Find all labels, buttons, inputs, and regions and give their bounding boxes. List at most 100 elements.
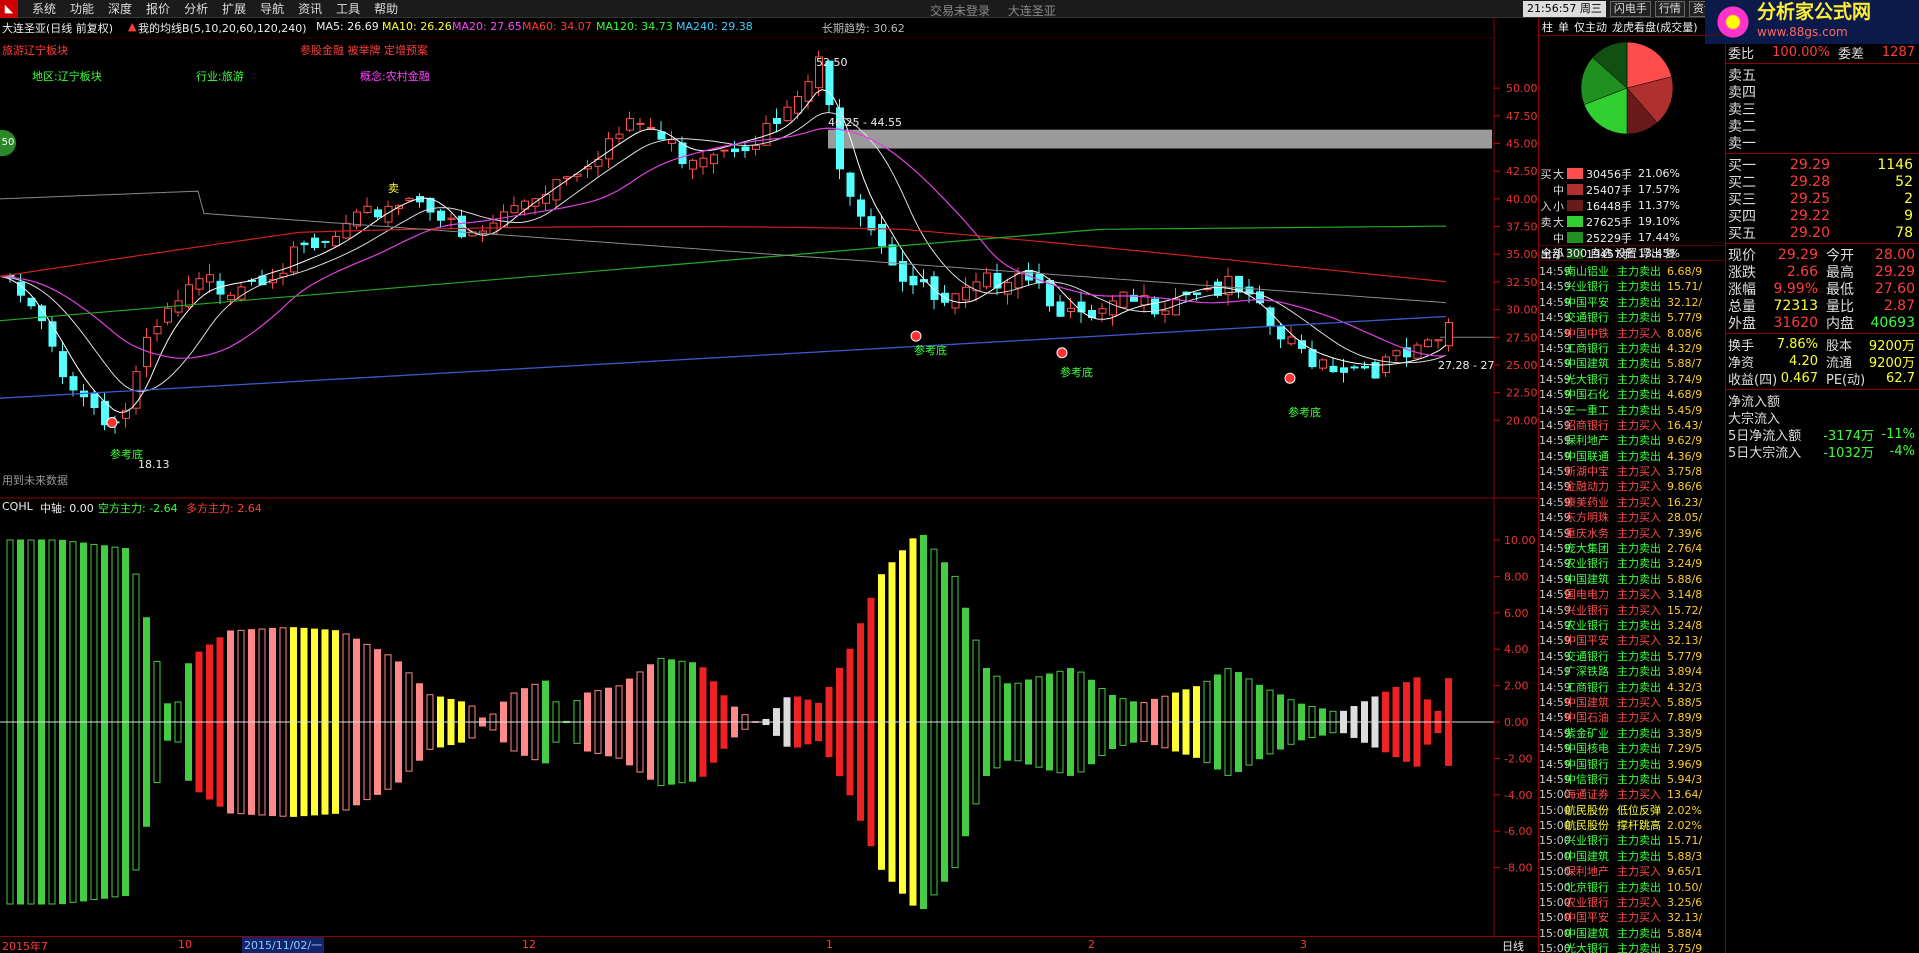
ticker-row[interactable]: 14:59 东方明珠 主力买入 28.05/ [1539, 510, 1726, 525]
ticker-row[interactable]: 14:59 工商银行 主力卖出 4.32/3 [1539, 680, 1726, 695]
ticker-row[interactable]: 15:00 光大银行 主力卖出 3.75/9 [1539, 941, 1726, 953]
tab-watchlist[interactable]: 自选 [1590, 245, 1612, 261]
menu-function[interactable]: 功能 [70, 0, 94, 17]
ticker-row[interactable]: 14:59 光大银行 主力卖出 3.74/9 [1539, 372, 1726, 387]
tab-settings[interactable]: 设置 [1615, 245, 1637, 261]
bid-level-row[interactable]: 买一 29.29 1146 [1726, 156, 1919, 174]
tab-all[interactable]: 全部 [1541, 245, 1563, 261]
ticker-row[interactable]: 14:59 中信银行 主力卖出 5.94/3 [1539, 772, 1726, 787]
ticker-detail: 6.68/9 [1667, 265, 1703, 278]
ticker-row[interactable]: 14:59 康美药业 主力买入 16.23/ [1539, 495, 1726, 510]
ticker-row[interactable]: 15:00 航民股份 撑杆跳高 2.02% [1539, 818, 1726, 833]
bid-level-row[interactable]: 买二 29.28 52 [1726, 173, 1919, 191]
ask-level-row[interactable]: 卖二 [1726, 117, 1919, 135]
indicator-name[interactable]: 我的均线B(5,10,20,60,120,240) [138, 20, 307, 36]
tab-copy[interactable]: 复 [1665, 245, 1676, 261]
ticker-row[interactable]: 15:00 农业银行 主力买入 3.25/6 [1539, 895, 1726, 910]
tab-300[interactable]: 300 [1566, 247, 1587, 260]
ticker-row[interactable]: 14:59 工商银行 主力卖出 4.32/9 [1539, 341, 1726, 356]
ask-level-row[interactable]: 卖五 [1726, 66, 1919, 84]
menu-analysis[interactable]: 分析 [184, 0, 208, 17]
ticker-row[interactable]: 14:59 中国核电 主力卖出 7.29/5 [1539, 741, 1726, 756]
ticker-row[interactable]: 15:00 海通证券 主力买入 13.64/ [1539, 787, 1726, 802]
ticker-time: 14:59 [1539, 326, 1571, 340]
bid-level-row[interactable]: 买三 29.25 2 [1726, 190, 1919, 208]
ticker-action: 主力卖出 [1617, 434, 1661, 448]
tab-bar[interactable]: 柱 [1542, 19, 1553, 35]
ticker-row[interactable]: 14:59 农业银行 主力卖出 3.24/8 [1539, 618, 1726, 633]
flow-size: 中 [1553, 231, 1564, 245]
menu-extend[interactable]: 扩展 [222, 0, 246, 17]
ind-tick-label-7: -4.00 [1504, 789, 1532, 802]
ticker-row[interactable]: 14:59 紫金矿业 主力卖出 3.38/9 [1539, 726, 1726, 741]
app-logo-icon[interactable]: ◣ [0, 0, 18, 18]
bid-level-row[interactable]: 买五 29.20 78 [1726, 224, 1919, 242]
price-tick-label-0: 50.00 [1506, 82, 1538, 95]
ask-level-row[interactable]: 卖四 [1726, 83, 1919, 101]
ticker-row[interactable]: 14:59 中国石油 主力买入 7.89/9 [1539, 710, 1726, 725]
menu-depth[interactable]: 深度 [108, 0, 132, 17]
ticker-row[interactable]: 15:00 兴业银行 主力卖出 15.71/ [1539, 833, 1726, 848]
flash-trade-button[interactable]: 闪电手 [1609, 1, 1651, 17]
info-label: 收益(四) [1728, 373, 1778, 388]
ticker-row[interactable]: 14:59 新湖中宝 主力买入 3.75/8 [1539, 464, 1726, 479]
ticker-row[interactable]: 15:00 中国建筑 主力卖出 5.88/3 [1539, 849, 1726, 864]
ticker-row[interactable]: 15:00 中国平安 主力买入 32.13/ [1539, 910, 1726, 925]
menu-news[interactable]: 资讯 [298, 0, 322, 17]
trade-status[interactable]: 交易未登录 [930, 4, 990, 18]
ticker-row[interactable]: 14:59 中国银行 主力卖出 3.96/9 [1539, 757, 1726, 772]
ask-level-row[interactable]: 卖一 [1726, 134, 1919, 152]
ticker-row[interactable]: 15:00 中国建筑 主力卖出 5.88/4 [1539, 926, 1726, 941]
ticker-row[interactable]: 15:00 保利地产 主力买入 9.65/1 [1539, 864, 1726, 879]
ticker-row[interactable]: 14:59 农业银行 主力卖出 3.24/9 [1539, 556, 1726, 571]
ticker-row[interactable]: 14:59 中国联通 主力卖出 4.36/9 [1539, 449, 1726, 464]
ticker-row[interactable]: 14:59 三一重工 主力卖出 5.45/9 [1539, 403, 1726, 418]
ticker-row[interactable]: 14:59 保利地产 主力卖出 9.62/9 [1539, 433, 1726, 448]
ticker-row[interactable]: 14:59 庞大集团 主力卖出 2.76/4 [1539, 541, 1726, 556]
tab-dragon-tiger[interactable]: 龙虎看盘(成交量) [1612, 19, 1698, 35]
ticker-row[interactable]: 14:59 广深铁路 主力卖出 3.89/4 [1539, 664, 1726, 679]
ticker-row[interactable]: 14:59 中国中铁 主力买入 8.08/6 [1539, 326, 1726, 341]
ticker-row[interactable]: 14:59 中国平安 主力买入 32.13/ [1539, 633, 1726, 648]
ticker-row[interactable]: 15:00 航民股份 低位反弹 2.02% [1539, 803, 1726, 818]
ticker-time: 15:00 [1539, 803, 1571, 817]
ask-level-row[interactable]: 卖三 [1726, 100, 1919, 118]
menu-quote[interactable]: 报价 [146, 0, 170, 17]
bid-level-row[interactable]: 买四 29.22 9 [1726, 207, 1919, 225]
ticker-row[interactable]: 14:59 中国建筑 主力卖出 5.88/6 [1539, 572, 1726, 587]
concept-label: 概念:农村金融 [360, 70, 430, 83]
ticker-detail: 3.75/8 [1667, 465, 1703, 479]
menu-help[interactable]: 帮助 [374, 0, 398, 17]
tab-single[interactable]: 单 [1558, 19, 1569, 35]
ticker-row[interactable]: 14:59 中国建筑 主力卖出 5.88/7 [1539, 356, 1726, 371]
chart-canvas[interactable]: 50.00 47.50 45.00 42.50 40.00 37.50 35.00 32.50… [0, 18, 1538, 953]
ticker-row[interactable]: 14:59 交通银行 主力卖出 5.77/9 [1539, 310, 1726, 325]
ticker-row[interactable]: 14:59 中国石化 主力卖出 4.68/9 [1539, 387, 1726, 402]
quote-button[interactable]: 行情 [1654, 1, 1685, 17]
price-tick-label-4: 40.00 [1506, 193, 1538, 206]
tab-active-only[interactable]: 仅主动 [1574, 19, 1607, 35]
ticker-row[interactable]: 14:59 南山铝业 主力卖出 6.68/9 [1539, 264, 1726, 279]
price-tick-label-10: 25.00 [1506, 359, 1538, 372]
radar-ticker[interactable]: 14:59 南山铝业 主力卖出 6.68/9 14:59 兴业银行 主力卖出 15.71/14… [1539, 264, 1726, 953]
x-label-6: 3 [1300, 938, 1307, 951]
ticker-row[interactable]: 14:59 交通银行 主力卖出 5.77/9 [1539, 649, 1726, 664]
ticker-row[interactable]: 14:59 兴业银行 主力买入 15.72/ [1539, 603, 1726, 618]
menu-system[interactable]: 系统 [32, 0, 56, 17]
ticker-row[interactable]: 14:59 兴业银行 主力卖出 15.71/ [1539, 279, 1726, 294]
ticker-row[interactable]: 15:00 北京银行 主力卖出 10.50/ [1539, 880, 1726, 895]
menu-tools[interactable]: 工具 [336, 0, 360, 17]
candle-body [153, 326, 162, 335]
menu-navigate[interactable]: 导航 [260, 0, 284, 17]
ticker-row[interactable]: 14:59 金融动力 主力买入 9.86/6 [1539, 479, 1726, 494]
ticker-row[interactable]: 14:59 招商银行 主力买入 16.43/ [1539, 418, 1726, 433]
x-label-cursor[interactable]: 2015/11/02/一 [242, 937, 325, 953]
ticker-row[interactable]: 14:59 国电电力 主力买入 3.14/8 [1539, 587, 1726, 602]
chart-area[interactable]: 50.00 47.50 45.00 42.50 40.00 37.50 35.00 32.50… [0, 18, 1538, 953]
ticker-row[interactable]: 14:59 重庆水务 主力买入 7.39/6 [1539, 526, 1726, 541]
ticker-row[interactable]: 14:59 中国建筑 主力买入 5.88/5 [1539, 695, 1726, 710]
tab-float[interactable]: 浮出 [1640, 245, 1662, 261]
period-label[interactable]: 日线 [1502, 938, 1524, 953]
ticker-row[interactable]: 14:59 中国平安 主力卖出 32.12/ [1539, 295, 1726, 310]
ticker-action: 主力卖出 [1617, 834, 1661, 848]
